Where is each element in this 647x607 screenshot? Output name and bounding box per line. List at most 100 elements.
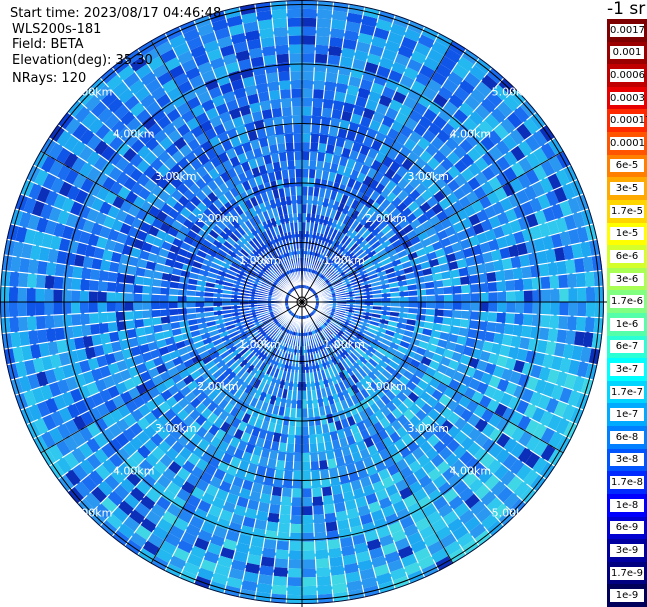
ppi-gate-cell <box>90 323 101 336</box>
ppi-gate-cell <box>522 313 533 327</box>
colorbar-segment: 1e-9 <box>607 584 647 607</box>
ppi-gate-cell <box>452 285 462 295</box>
ppi-gate-cell <box>265 521 279 532</box>
ppi-gate-cell <box>470 302 480 312</box>
ppi-gate-cell <box>287 26 302 36</box>
ppi-gate-cell <box>302 550 316 560</box>
ppi-gate-cell <box>293 461 302 471</box>
start-time-label: Start time: 2023/08/17 04:46:48 <box>10 6 222 21</box>
ppi-gate-cell <box>294 443 302 454</box>
ppi-gate-cell <box>302 435 310 445</box>
ppi-gate-cell <box>279 89 292 99</box>
ppi-gate-cell <box>302 461 311 471</box>
ppi-gate-cell <box>506 302 516 314</box>
ppi-gate-cell <box>53 289 63 302</box>
ppi-gate-cell <box>106 311 117 323</box>
ppi-gate-cell <box>315 44 329 55</box>
ppi-gate-cell <box>549 275 560 289</box>
ppi-gate-cell <box>313 522 327 533</box>
colorbar-tick-label: 6e-6 <box>610 249 644 263</box>
colorbar-tick-label: 1.7e-5 <box>610 204 644 218</box>
ppi-gate-cell <box>503 268 514 281</box>
ppi-gate-cell <box>302 177 309 187</box>
ppi-gate-cell <box>195 296 205 302</box>
ppi-gate-cell <box>44 302 54 316</box>
ppi-gate-cell <box>302 142 311 152</box>
ppi-gate-cell <box>275 549 289 560</box>
ppi-gate-cell <box>290 79 302 90</box>
ppi-gate-cell <box>559 302 569 316</box>
range-ring-label: 4.00km <box>450 128 492 141</box>
ppi-gate-cell <box>287 568 302 578</box>
ppi-gate-cell <box>150 294 161 302</box>
ppi-gate-cell <box>328 37 344 48</box>
ppi-gate-cell <box>325 72 339 83</box>
ppi-gate-cell <box>302 124 312 134</box>
ppi-gate-cell <box>521 325 532 339</box>
ppi-gate-cell <box>79 302 90 314</box>
ppi-gate-cell <box>17 302 27 317</box>
colorbar-tick-label: 0.00017 <box>610 114 647 128</box>
ppi-gate-cell <box>288 35 302 45</box>
ppi-gate-cell <box>285 452 295 462</box>
ppi-gate-cell <box>302 452 311 462</box>
ppi-gate-cell <box>514 302 525 314</box>
ppi-gate-cell <box>9 316 20 333</box>
range-ring-label: 4.00km <box>113 128 155 141</box>
ppi-gate-cell <box>540 314 551 328</box>
ppi-plot: 1.00km 1.00km 1.00km 1.00km 2.00km 2.00km 2.00… <box>0 0 607 607</box>
colorbar-segment: 6e-6 <box>607 245 647 269</box>
ppi-gate-cell <box>287 577 302 587</box>
ppi-gate-cell <box>309 142 319 152</box>
ppi-gate-cell <box>71 289 81 302</box>
ppi-gate-cell <box>435 294 445 302</box>
ppi-gate-cell <box>26 287 36 302</box>
ppi-gate-cell <box>314 53 328 64</box>
ppi-gate-cell <box>317 451 327 461</box>
range-ring-label: 3.00km <box>407 170 449 183</box>
ppi-gate-cell <box>452 309 462 319</box>
ppi-gate-cell <box>275 44 289 55</box>
ppi-gate-cell <box>97 291 107 302</box>
ppi-gate-cell <box>461 310 471 320</box>
ppi-gate-cell <box>272 18 288 29</box>
colorbar-tick-label: 1e-8 <box>610 498 644 512</box>
ppi-gate-cell <box>313 71 327 82</box>
ppi-gate-cell <box>35 274 46 289</box>
ppi-gate-cell <box>523 289 533 302</box>
colorbar-segment: 3e-5 <box>607 177 647 201</box>
ppi-gate-cell <box>277 522 291 533</box>
colorbar-segment: 1.7e-5 <box>607 199 647 224</box>
ppi-gate-cell <box>291 497 302 507</box>
ppi-gate-cell <box>302 8 318 19</box>
ppi-gate-cell <box>293 452 302 462</box>
range-ring-label: 5.00km <box>492 506 534 519</box>
colorbar-segment: 0.001 <box>607 41 647 65</box>
ppi-gate-cell <box>71 277 82 291</box>
ppi-gate-cell <box>315 549 329 560</box>
ppi-gate-cell <box>426 302 436 309</box>
nrays-label: NRays: 120 <box>12 71 87 86</box>
ppi-gate-cell <box>106 302 116 313</box>
ppi-gate-cell <box>54 327 66 341</box>
ppi-gate-cell <box>506 290 516 302</box>
ppi-gate-cell <box>177 302 187 309</box>
range-ring-label: 5.00km <box>492 86 534 99</box>
ppi-gate-cell <box>549 315 560 329</box>
ppi-gate-cell <box>538 263 550 277</box>
ppi-gate-cell <box>124 283 135 294</box>
ppi-gate-cell <box>263 54 277 66</box>
colorbar-segment: 1e-7 <box>607 403 647 427</box>
ppi-gate-cell <box>258 28 275 39</box>
ppi-gate-cell <box>290 506 302 516</box>
range-ring-label: 2.00km <box>365 380 407 393</box>
ppi-gate-cell <box>168 295 178 302</box>
colorbar-segment: 3e-7 <box>607 358 647 382</box>
ppi-gate-cell <box>315 567 331 577</box>
range-ring-label: 2.00km <box>197 212 239 225</box>
ppi-gate-cell <box>89 312 99 325</box>
ppi-gate-cell <box>302 541 315 551</box>
ppi-gate-cell <box>143 277 153 287</box>
ppi-gate-cell <box>521 265 532 279</box>
ppi-gate-cell <box>27 315 37 331</box>
